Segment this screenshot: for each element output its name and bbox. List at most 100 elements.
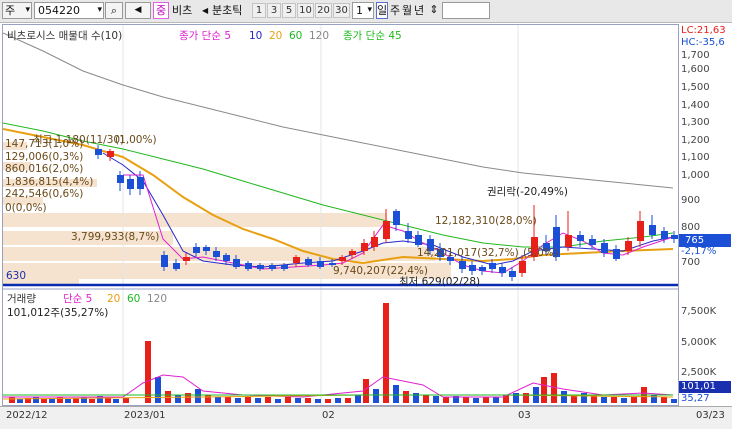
tab-year[interactable]: 년	[414, 2, 424, 19]
volume-bar	[363, 379, 369, 403]
chevron-down-icon: ▾	[97, 5, 102, 15]
candle	[257, 265, 264, 269]
tab-month[interactable]: 월	[402, 2, 412, 19]
profile-label-10: 14,201,017(32,7%)	[417, 247, 519, 259]
candle	[479, 267, 486, 271]
x-label: 03/23	[696, 410, 725, 421]
ma60-legend: 60	[289, 30, 303, 42]
volume-bar	[295, 398, 301, 403]
volume-bar	[473, 398, 479, 403]
volume-bar	[65, 399, 71, 403]
volume-bar	[403, 391, 409, 403]
candle	[499, 267, 506, 273]
volume-bar	[205, 395, 211, 403]
low-label: 최저 629(02/28)	[399, 276, 481, 288]
candle	[281, 265, 288, 269]
ma45-legend: 종가 단순 45	[343, 30, 402, 42]
period-20[interactable]: 20	[315, 3, 332, 18]
search-button[interactable]: ⌕	[105, 2, 123, 19]
ma10-legend: 10	[249, 30, 263, 42]
volume-bar	[235, 398, 241, 403]
compare-button[interactable]: 중	[153, 2, 169, 19]
profile-label-5: 242,546(0,6%)	[5, 188, 84, 200]
change-pct: -2,17%	[681, 246, 717, 257]
period-10[interactable]: 10	[297, 3, 314, 18]
price-legend-title: 비츠로시스 매물대 수(10)	[7, 30, 123, 42]
volume-bar	[671, 399, 677, 403]
profile-label-4: 1,836,815(4,4%)	[5, 176, 94, 188]
speaker-icon: ◀	[134, 5, 142, 15]
updown-icon[interactable]: ⇕	[428, 2, 440, 19]
candle	[671, 235, 678, 239]
candle	[489, 263, 496, 269]
count-value: 1	[356, 4, 363, 17]
candle	[137, 177, 144, 189]
volume-bar	[305, 398, 311, 403]
x-axis: 2022/12 2023/01 02 03 03/23	[0, 406, 732, 429]
candle	[117, 175, 124, 183]
candle	[393, 211, 400, 225]
candle	[349, 251, 356, 255]
volume-bar	[611, 397, 617, 403]
volume-bar	[661, 397, 667, 403]
candle	[193, 247, 200, 253]
candle	[233, 259, 240, 267]
volume-bar	[335, 398, 341, 403]
y-tick: 700	[681, 257, 701, 268]
hc-label: HC:-35,6	[681, 37, 725, 48]
tab-week[interactable]: 주	[390, 2, 400, 19]
volume-bar	[195, 389, 201, 403]
volume-bar	[483, 397, 489, 403]
volume-bar	[393, 385, 399, 403]
volume-bar	[621, 398, 627, 403]
volume-bar	[123, 398, 129, 403]
volume-pct: 35,27	[681, 393, 710, 404]
volume-bar	[175, 395, 181, 403]
profile-label-pct: (1,00%)	[115, 134, 157, 146]
compare-label: 중	[155, 4, 167, 17]
period-5[interactable]: 5	[282, 3, 296, 18]
candle	[565, 235, 572, 247]
period-1[interactable]: 1	[252, 3, 266, 18]
ma20-legend: 20	[269, 30, 283, 42]
candle	[637, 221, 644, 241]
period-3[interactable]: 3	[267, 3, 281, 18]
volume-bar	[89, 399, 95, 403]
volume-bar	[145, 341, 151, 403]
candle	[371, 237, 378, 247]
profile-label-3: 860,016(2,0%)	[5, 163, 84, 175]
extra-input[interactable]	[442, 2, 490, 19]
vol-y-tick: 5,000K	[681, 337, 717, 348]
y-tick: 1,000	[681, 170, 710, 181]
tab-day[interactable]: 일	[376, 2, 388, 19]
count-select[interactable]: 1 ▾	[352, 2, 374, 19]
volume-bar	[225, 397, 231, 403]
tick-tab[interactable]: 분초틱	[212, 2, 252, 19]
y-tick: 1,500	[681, 82, 710, 93]
market-select[interactable]: 주 ▾	[2, 2, 32, 19]
speaker-button[interactable]: ◀	[125, 2, 151, 19]
chevron-down-icon: ▾	[367, 5, 372, 15]
candle	[293, 257, 300, 263]
volume-bar	[541, 377, 547, 403]
candle	[649, 225, 656, 235]
candle	[613, 249, 620, 259]
candle	[625, 241, 632, 251]
stock-name: 비츠	[172, 4, 193, 17]
y-tick: 1,600	[681, 64, 710, 75]
candle	[601, 243, 608, 253]
profile-label-7: 3,799,933(8,7%)	[71, 231, 160, 243]
y-tick: 1,100	[681, 152, 710, 163]
volume-bar	[33, 397, 39, 403]
volume-bar	[651, 395, 657, 403]
volume-current: 101,012주(35,27%)	[7, 307, 109, 319]
ma120-line	[3, 32, 674, 189]
volume-bar	[275, 399, 281, 403]
volume-current-badge: 101,01	[679, 381, 731, 393]
y-tick: 1,200	[681, 135, 710, 146]
candle	[269, 265, 276, 269]
stock-code-input[interactable]: 054220 ▾	[34, 2, 104, 19]
period-30[interactable]: 30	[333, 3, 350, 18]
profile-label-2: 129,006(0,3%)	[5, 151, 84, 163]
x-label: 02	[322, 410, 335, 421]
